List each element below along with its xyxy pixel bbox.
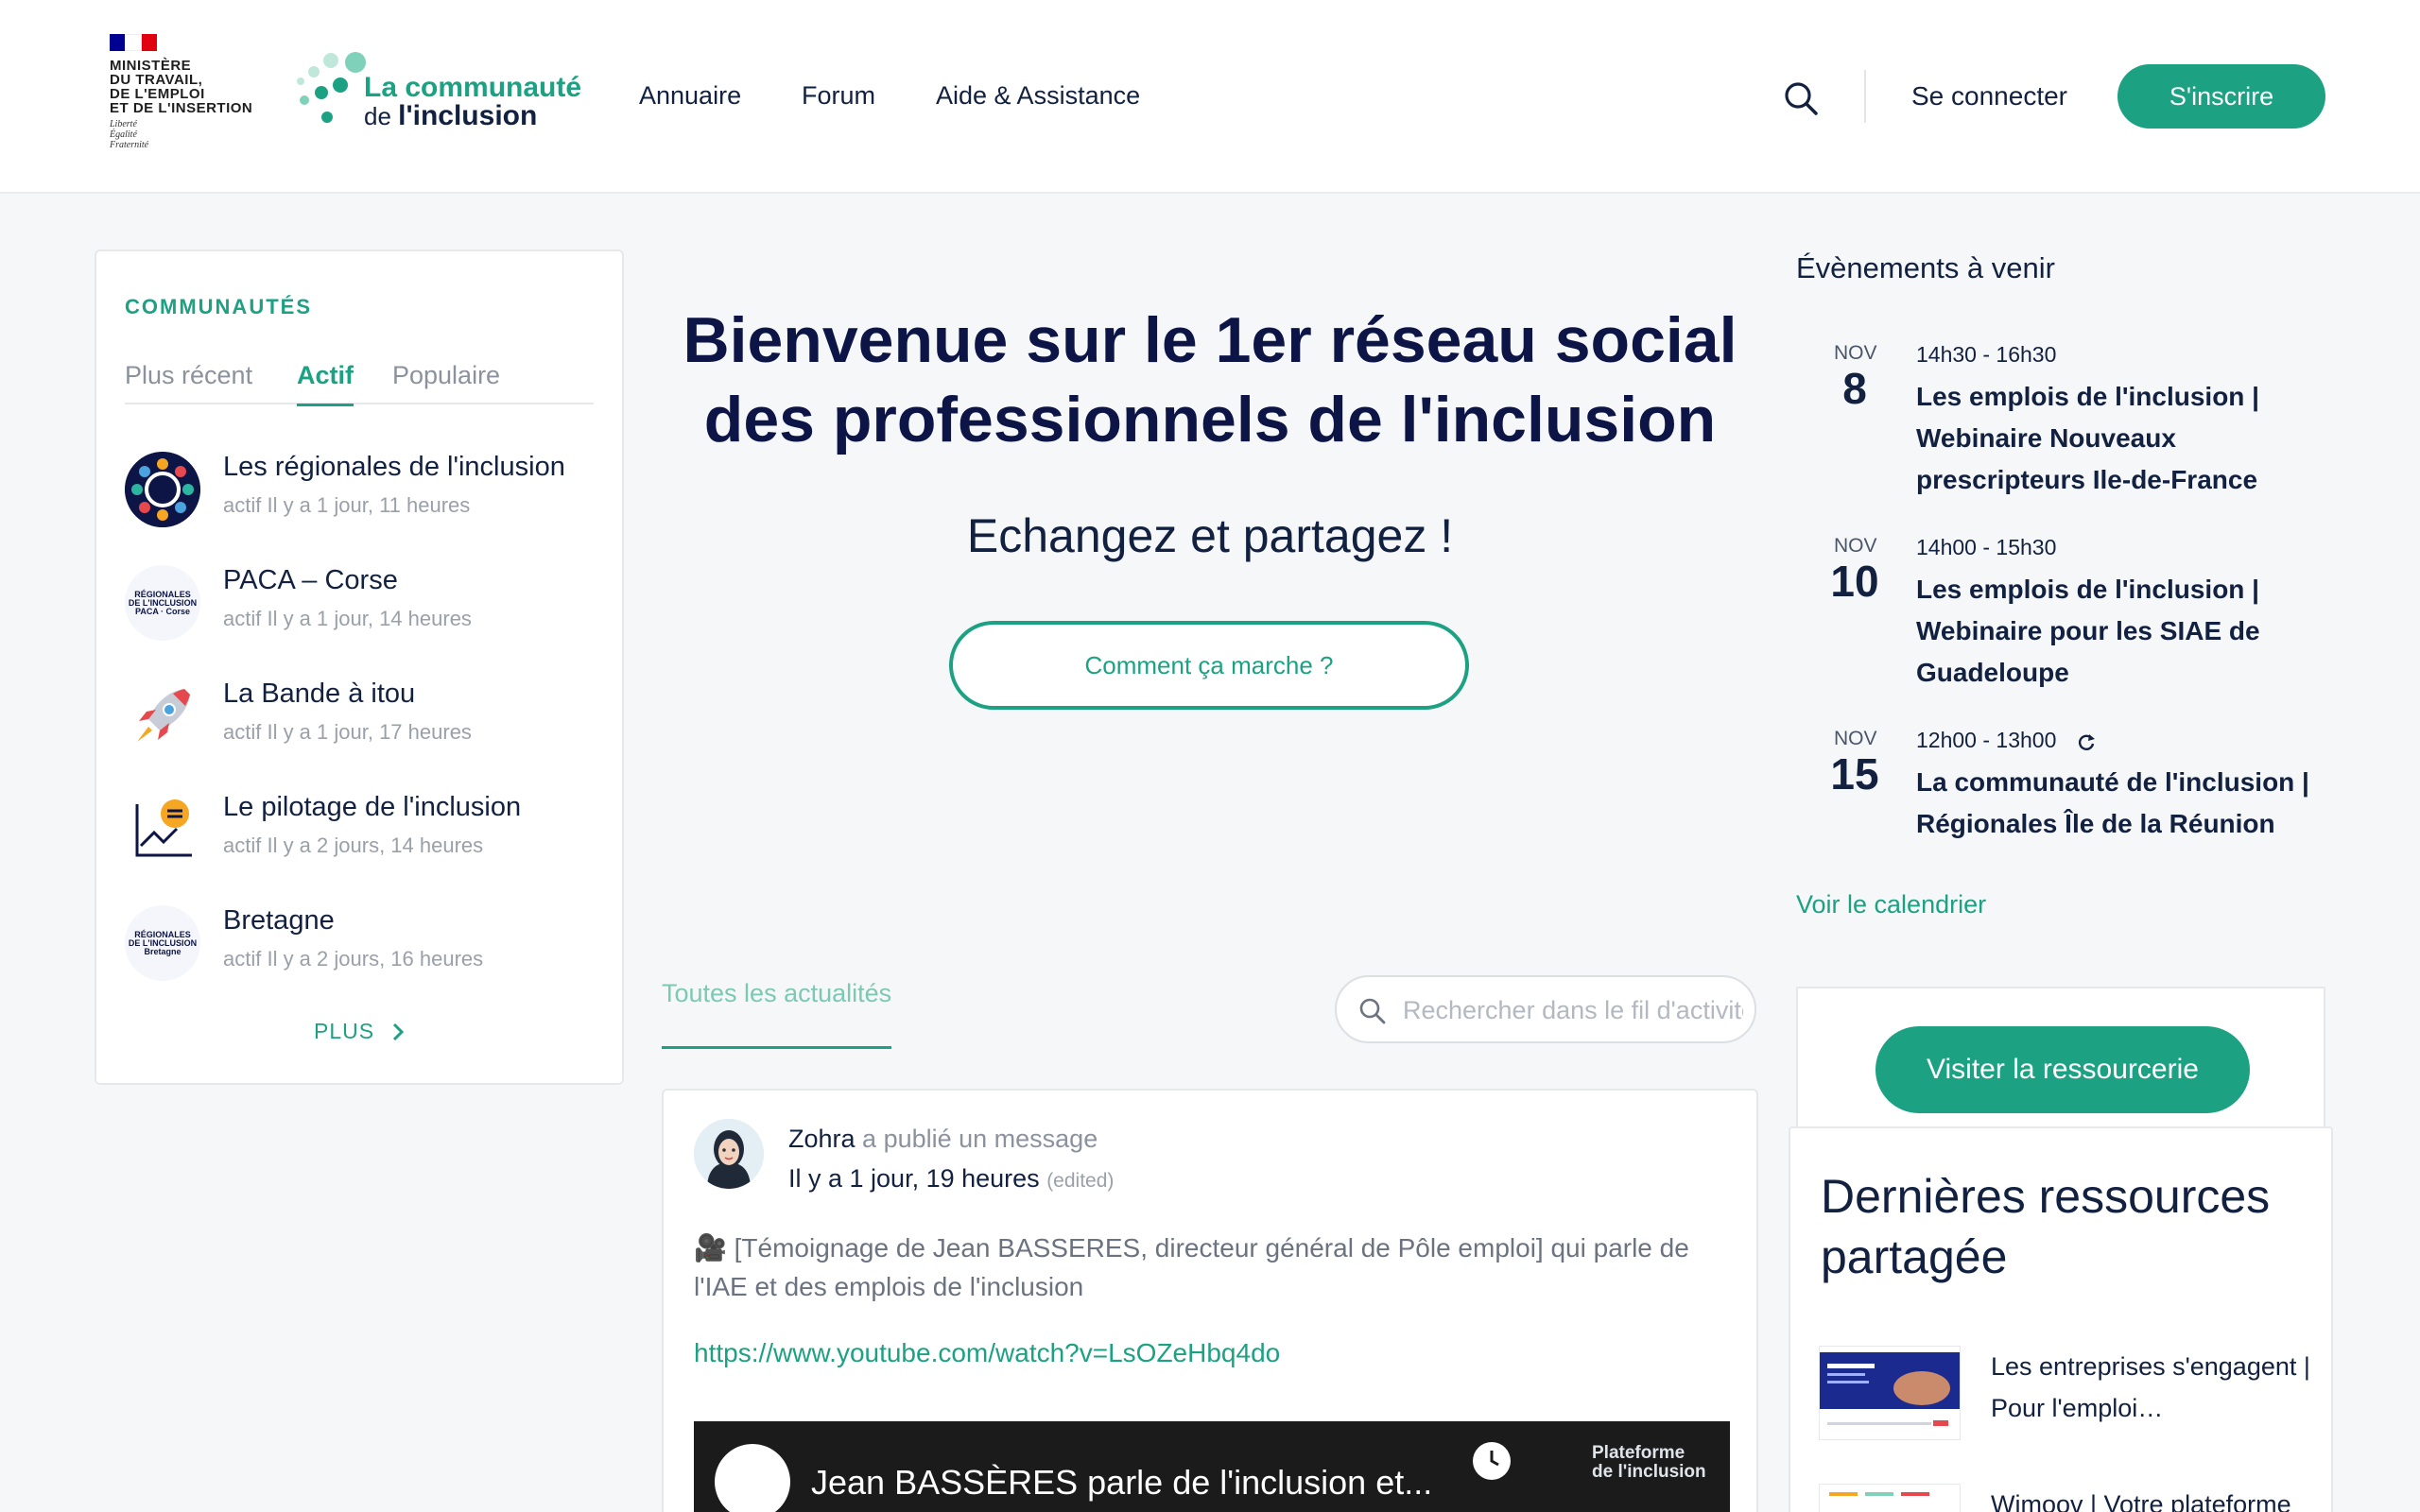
search-icon[interactable] <box>1782 79 1820 117</box>
group-activity: actif Il y a 2 jours, 14 heures <box>223 833 484 857</box>
regionales-logo-text: RÉGIONALES DE L'INCLUSION Bretagne <box>128 929 198 956</box>
video-brand: Plateforme de l'inclusion <box>1592 1443 1706 1482</box>
login-link[interactable]: Se connecter <box>1911 81 2067 112</box>
group-name[interactable]: Bretagne <box>223 905 335 936</box>
post-timestamp: Il y a 1 jour, 19 heures (edited) <box>788 1164 1114 1194</box>
logo-line-2: de l'inclusion <box>364 100 538 131</box>
ministry-logo[interactable]: MINISTÈRE DU TRAVAIL, DE L'EMPLOI ET DE … <box>110 34 275 162</box>
group-activity: actif Il y a 1 jour, 14 heures <box>223 607 472 630</box>
chevron-right-icon <box>393 1022 405 1040</box>
group-name[interactable]: PACA – Corse <box>223 565 398 596</box>
tab-popular[interactable]: Populaire <box>392 361 500 404</box>
group-item[interactable]: RÉGIONALES DE L'INCLUSION Bretagne Breta… <box>125 900 597 985</box>
chart-icon[interactable] <box>125 792 200 868</box>
event-month: NOV <box>1834 728 1877 749</box>
regionales-logo-text: RÉGIONALES DE L'INCLUSION PACA · Corse <box>128 589 198 616</box>
tab-all-news[interactable]: Toutes les actualités <box>662 979 892 1049</box>
community-dots-icon <box>297 52 366 123</box>
signup-button[interactable]: S'inscrire <box>2118 64 2325 129</box>
resource-title[interactable]: Wimoov | Votre plateforme <box>1991 1484 2312 1512</box>
post-author[interactable]: Zohra <box>788 1125 856 1153</box>
community-logo[interactable]: La communauté de l'inclusion <box>293 47 596 142</box>
group-item[interactable]: La Bande à itou actif Il y a 1 jour, 17 … <box>125 673 597 758</box>
search-icon <box>1359 998 1386 1024</box>
resource-center-card: Visiter la ressourcerie <box>1796 987 2325 1128</box>
regionales-bretagne-logo[interactable]: RÉGIONALES DE L'INCLUSION Bretagne <box>125 905 200 981</box>
event-month: NOV <box>1834 535 1877 557</box>
event-time-text: 12h00 - 13h00 <box>1916 728 2057 752</box>
tab-recent[interactable]: Plus récent <box>125 361 252 404</box>
latest-resources-card: Dernières ressources partagée Les entrep… <box>1789 1126 2333 1512</box>
logo-line-1: La communauté <box>364 72 582 103</box>
clock-icon[interactable] <box>1473 1442 1511 1480</box>
event-time: 14h00 - 15h30 <box>1916 535 2057 559</box>
resources-title: Dernières ressources partagée <box>1821 1170 2271 1283</box>
post-link[interactable]: https://www.youtube.com/watch?v=LsOZeHbq… <box>694 1338 1280 1368</box>
nav-forum[interactable]: Forum <box>802 81 875 111</box>
calendar-link[interactable]: Voir le calendrier <box>1796 890 1986 919</box>
communities-tabs: Plus récent Actif Populaire <box>125 355 594 406</box>
more-groups-link[interactable]: PLUS <box>314 1019 405 1044</box>
ministry-motto: Liberté Égalité Fraternité <box>110 119 149 150</box>
group-item[interactable]: RÉGIONALES DE L'INCLUSION PACA · Corse P… <box>125 559 597 644</box>
group-name[interactable]: Les régionales de l'inclusion <box>223 452 565 483</box>
resource-title[interactable]: Les entreprises s'engagent | Pour l'empl… <box>1991 1346 2312 1429</box>
post-edited: (edited) <box>1046 1170 1115 1192</box>
site-header: MINISTÈRE DU TRAVAIL, DE L'EMPLOI ET DE … <box>0 0 2420 194</box>
video-embed[interactable]: Jean BASSÈRES parle de l'inclusion et...… <box>694 1421 1730 1512</box>
group-name[interactable]: Le pilotage de l'inclusion <box>223 792 521 823</box>
communities-widget: COMMUNAUTÉS Plus récent Actif Populaire … <box>95 249 624 1085</box>
event-title[interactable]: La communauté de l'inclusion | Régionale… <box>1916 762 2323 845</box>
group-item[interactable]: Le pilotage de l'inclusion actif Il y a … <box>125 786 597 871</box>
communities-title: COMMUNAUTÉS <box>125 295 312 318</box>
post-body: 🎥 [Témoignage de Jean BASSERES, directeu… <box>694 1233 1689 1301</box>
nav-aide-assistance[interactable]: Aide & Assistance <box>936 81 1140 111</box>
event-title[interactable]: Les emplois de l'inclusion | Webinaire p… <box>1916 569 2323 694</box>
more-label: PLUS <box>314 1019 375 1043</box>
ministry-name: MINISTÈRE DU TRAVAIL, DE L'EMPLOI ET DE … <box>110 58 253 116</box>
nav-annuaire[interactable]: Annuaire <box>639 81 741 111</box>
hero-subtitle: Echangez et partagez ! <box>966 509 1454 562</box>
group-activity: actif Il y a 1 jour, 11 heures <box>223 493 471 517</box>
visit-resources-button[interactable]: Visiter la ressourcerie <box>1876 1026 2250 1113</box>
event-time: 12h00 - 13h00 <box>1916 728 2097 753</box>
event-time: 14h30 - 16h30 <box>1916 342 2057 367</box>
group-item[interactable]: Les régionales de l'inclusion actif Il y… <box>125 446 597 531</box>
channel-logo <box>715 1444 790 1512</box>
activity-post: Zohra a publié un message Il y a 1 jour,… <box>662 1089 1758 1512</box>
post-author-line: Zohra a publié un message <box>788 1125 1098 1154</box>
regional-wheel-icon[interactable] <box>125 452 200 527</box>
events-title: Évènements à venir <box>1796 251 2055 284</box>
feed-search-input[interactable]: Rechercher dans le fil d'activité <box>1335 975 1756 1043</box>
resource-thumbnail[interactable] <box>1819 1346 1961 1440</box>
search-placeholder: Rechercher dans le fil d'activité <box>1403 996 1743 1024</box>
group-name[interactable]: La Bande à itou <box>223 679 415 710</box>
event-day: 15 <box>1830 749 1879 799</box>
group-activity: actif Il y a 1 jour, 17 heures <box>223 720 472 744</box>
regionales-paca-logo[interactable]: RÉGIONALES DE L'INCLUSION PACA · Corse <box>125 565 200 641</box>
event-title[interactable]: Les emplois de l'inclusion | Webinaire N… <box>1916 376 2323 501</box>
event-day: 10 <box>1830 557 1879 606</box>
avatar[interactable] <box>694 1119 764 1189</box>
header-divider <box>1864 70 1866 123</box>
rocket-icon[interactable] <box>125 679 200 754</box>
tab-active[interactable]: Actif <box>297 361 354 406</box>
post-action: a publié un message <box>855 1125 1098 1153</box>
hero-title: Bienvenue sur le 1er réseau social des p… <box>683 304 1737 455</box>
how-it-works-button[interactable]: Comment ça marche ? <box>949 621 1469 710</box>
video-title: Jean BASSÈRES parle de l'inclusion et... <box>811 1463 1433 1502</box>
resource-thumbnail[interactable] <box>1819 1484 1961 1512</box>
event-day: 8 <box>1842 364 1867 413</box>
event-month: NOV <box>1834 342 1877 364</box>
recurring-icon <box>2078 733 2095 750</box>
french-flag-icon <box>110 34 157 51</box>
group-activity: actif Il y a 2 jours, 16 heures <box>223 947 484 971</box>
post-time: Il y a 1 jour, 19 heures <box>788 1164 1040 1193</box>
